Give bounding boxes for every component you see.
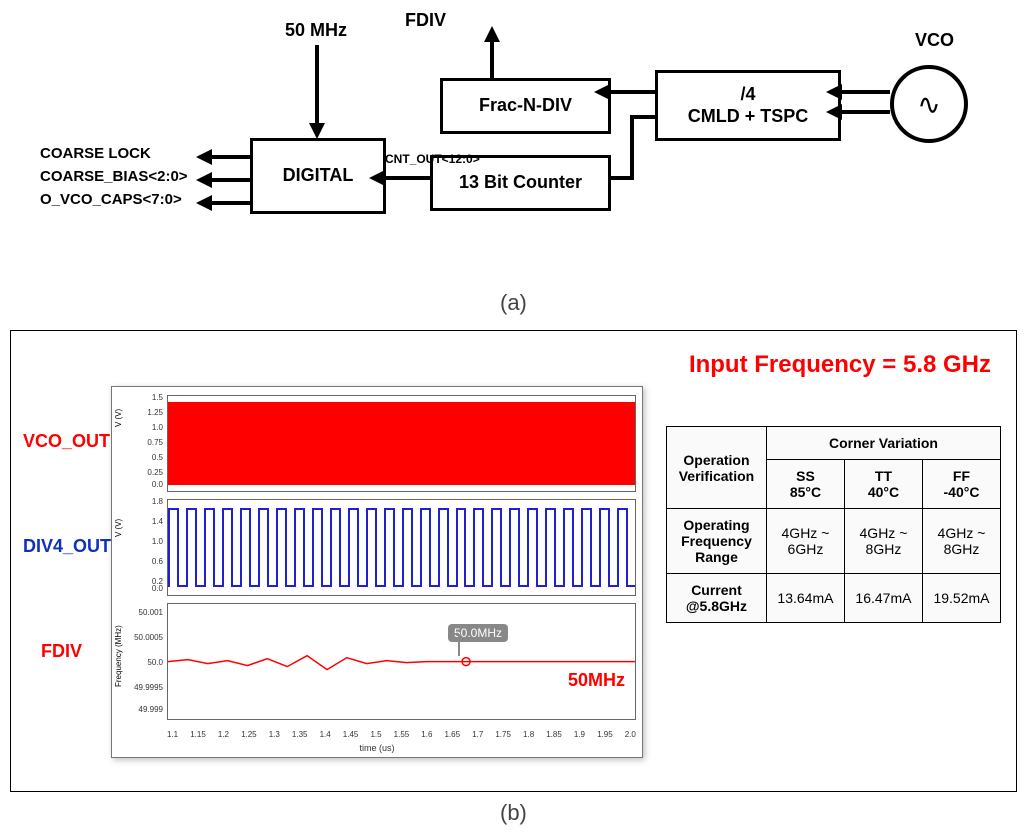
arrow-line	[840, 90, 890, 94]
cell-freq-ff: 4GHz ~ 8GHz	[922, 509, 1000, 574]
cell-freq-ss: 4GHz ~ 6GHz	[766, 509, 844, 574]
out-coarse-lock: COARSE LOCK	[40, 145, 151, 162]
arrow-line	[630, 115, 634, 180]
block-label: 13 Bit Counter	[459, 172, 582, 194]
input-frequency-title: Input Frequency = 5.8 GHz	[689, 351, 991, 379]
arrow-line	[608, 176, 634, 180]
out-vco-caps: O_VCO_CAPS<7:0>	[40, 191, 182, 208]
row-current-label: Current @5.8GHz	[667, 574, 767, 623]
arrowhead-icon	[196, 195, 212, 211]
fdiv-marker-callout: 50.0MHz	[448, 624, 508, 642]
cell-curr-ss: 13.64mA	[766, 574, 844, 623]
subfigure-label-a: (a)	[500, 290, 527, 316]
block-label: CMLD + TSPC	[688, 106, 809, 128]
label-fdiv: FDIV	[41, 641, 82, 662]
clock-input-label: 50 MHz	[285, 20, 347, 41]
block-vco: ∿	[890, 65, 968, 143]
arrow-line	[210, 201, 250, 205]
arrowhead-icon	[309, 123, 325, 139]
arrow-line	[490, 40, 494, 80]
arrow-line	[608, 90, 655, 94]
label-div4-out: DIV4_OUT	[23, 536, 111, 557]
block-digital: DIGITAL	[250, 138, 386, 214]
block-label: /4	[740, 84, 755, 106]
label-vco-out: VCO_OUT	[23, 431, 110, 452]
yaxis-label-v2: V (V)	[114, 519, 123, 537]
arrowhead-icon	[196, 149, 212, 165]
th-ss: SS 85°C	[766, 460, 844, 509]
xticks: 1.11.151.21.251.31.351.41.451.51.551.61.…	[167, 730, 636, 739]
row-freq-range-label: Operating Frequency Range	[667, 509, 767, 574]
plot-fdiv-frequency: 50.0MHz 50MHz	[167, 603, 636, 720]
yaxis-label-f: Frequency (MHz)	[114, 625, 123, 687]
out-coarse-bias: COARSE_BIAS<2:0>	[40, 168, 188, 185]
block-div4: /4 CMLD + TSPC	[655, 70, 841, 141]
yaxis-label-v1: V (V)	[114, 409, 123, 427]
section-b: Input Frequency = 5.8 GHz VCO_OUT DIV4_O…	[10, 330, 1017, 792]
fdiv-trace	[168, 604, 635, 718]
arrowhead-icon	[826, 104, 842, 120]
sine-icon: ∿	[917, 88, 940, 121]
page: 50 MHz FDIV Frac-N-DIV /4 CMLD + TSPC VC…	[0, 0, 1031, 834]
arrowhead-icon	[594, 84, 610, 100]
cell-freq-tt: 4GHz ~ 8GHz	[844, 509, 922, 574]
th-operation-verification: Operation Verification	[667, 427, 767, 509]
cell-curr-ff: 19.52mA	[922, 574, 1000, 623]
arrow-line	[383, 176, 430, 180]
th-corner-variation: Corner Variation	[766, 427, 1000, 460]
callout-leader	[458, 634, 460, 656]
arrow-line	[315, 45, 319, 125]
block-frac-n-div: Frac-N-DIV	[440, 78, 611, 134]
cell-curr-tt: 16.47mA	[844, 574, 922, 623]
arrowhead-icon	[484, 26, 500, 42]
vco-label: VCO	[915, 30, 954, 51]
fdiv-label: FDIV	[405, 10, 446, 31]
block-diagram-a: 50 MHz FDIV Frac-N-DIV /4 CMLD + TSPC VC…	[60, 10, 960, 280]
subfigure-label-b: (b)	[500, 800, 527, 826]
div4-square-wave	[168, 508, 635, 587]
arrow-line	[210, 178, 250, 182]
th-tt: TT 40°C	[844, 460, 922, 509]
yticks-div4: 1.8 1.4 1.0 0.6 0.2 0.0	[112, 499, 167, 594]
vco-waveform-fill	[168, 402, 635, 485]
plot-div4-out	[167, 499, 636, 596]
waveform-panel: 1.5 1.25 1.0 0.75 0.5 0.25 0.0 1.8 1.4 1…	[111, 386, 643, 758]
block-label: DIGITAL	[283, 165, 354, 187]
plot-vco-out	[167, 395, 636, 492]
arrowhead-icon	[826, 84, 842, 100]
fdiv-target-text: 50MHz	[568, 670, 625, 691]
th-ff: FF -40°C	[922, 460, 1000, 509]
cnt-out-label: CNT_OUT<12:0>	[385, 152, 480, 166]
arrowhead-icon	[369, 170, 385, 186]
corner-variation-table: Operation Verification Corner Variation …	[666, 426, 1001, 623]
arrow-line	[210, 155, 250, 159]
arrowhead-icon	[196, 172, 212, 188]
arrow-line	[840, 110, 890, 114]
block-label: Frac-N-DIV	[479, 95, 572, 117]
xaxis-label: time (us)	[112, 743, 642, 753]
